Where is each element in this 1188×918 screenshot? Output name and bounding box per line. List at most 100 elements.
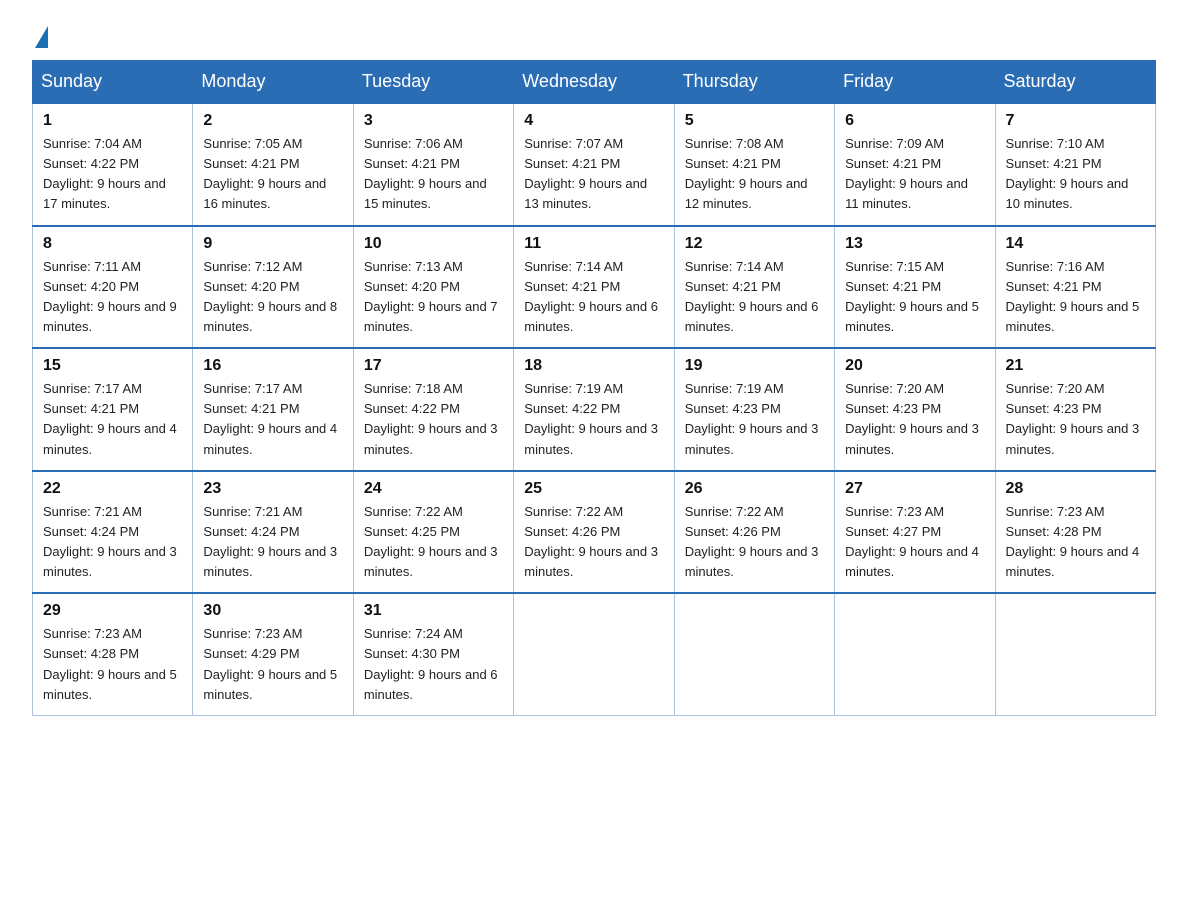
day-number: 4 — [524, 112, 663, 130]
calendar-day-18: 18 Sunrise: 7:19 AMSunset: 4:22 PMDayligh… — [514, 348, 674, 471]
day-number: 21 — [1006, 357, 1145, 375]
calendar-day-16: 16 Sunrise: 7:17 AMSunset: 4:21 PMDayligh… — [193, 348, 353, 471]
calendar-header-friday: Friday — [835, 61, 995, 104]
calendar-table: SundayMondayTuesdayWednesdayThursdayFrid… — [32, 60, 1156, 716]
day-info: Sunrise: 7:16 AMSunset: 4:21 PMDaylight:… — [1006, 257, 1145, 338]
day-info: Sunrise: 7:22 AMSunset: 4:25 PMDaylight:… — [364, 502, 503, 583]
day-number: 15 — [43, 357, 182, 375]
day-info: Sunrise: 7:13 AMSunset: 4:20 PMDaylight:… — [364, 257, 503, 338]
calendar-day-20: 20Sunrise: 7:20 AMSunset: 4:23 PMDayligh… — [835, 348, 995, 471]
calendar-day-31: 31 Sunrise: 7:24 AMSunset: 4:30 PMDayligh… — [353, 593, 513, 715]
day-number: 29 — [43, 602, 182, 620]
week-row-1: 1Sunrise: 7:04 AMSunset: 4:22 PMDaylight… — [33, 103, 1156, 226]
day-info: Sunrise: 7:06 AMSunset: 4:21 PMDaylight:… — [364, 134, 503, 215]
week-row-5: 29Sunrise: 7:23 AMSunset: 4:28 PMDayligh… — [33, 593, 1156, 715]
empty-cell — [835, 593, 995, 715]
day-number: 3 — [364, 112, 503, 130]
empty-cell — [995, 593, 1155, 715]
calendar-day-4: 4 Sunrise: 7:07 AMSunset: 4:21 PMDaylight… — [514, 103, 674, 226]
day-number: 10 — [364, 235, 503, 253]
day-number: 14 — [1006, 235, 1145, 253]
logo-line1 — [32, 24, 48, 46]
calendar-day-23: 23Sunrise: 7:21 AMSunset: 4:24 PMDayligh… — [193, 471, 353, 594]
calendar-header-wednesday: Wednesday — [514, 61, 674, 104]
calendar-day-3: 3 Sunrise: 7:06 AMSunset: 4:21 PMDaylight… — [353, 103, 513, 226]
day-number: 31 — [364, 602, 503, 620]
day-number: 13 — [845, 235, 984, 253]
day-info: Sunrise: 7:21 AMSunset: 4:24 PMDaylight:… — [43, 502, 182, 583]
day-info: Sunrise: 7:19 AMSunset: 4:23 PMDaylight:… — [685, 379, 824, 460]
day-info: Sunrise: 7:14 AMSunset: 4:21 PMDaylight:… — [685, 257, 824, 338]
day-info: Sunrise: 7:09 AMSunset: 4:21 PMDaylight:… — [845, 134, 984, 215]
day-number: 8 — [43, 235, 182, 253]
calendar-day-9: 9 Sunrise: 7:12 AMSunset: 4:20 PMDaylight… — [193, 226, 353, 349]
calendar-day-25: 25 Sunrise: 7:22 AMSunset: 4:26 PMDayligh… — [514, 471, 674, 594]
calendar-day-30: 30 Sunrise: 7:23 AMSunset: 4:29 PMDayligh… — [193, 593, 353, 715]
day-info: Sunrise: 7:23 AMSunset: 4:29 PMDaylight:… — [203, 624, 342, 705]
calendar-header-tuesday: Tuesday — [353, 61, 513, 104]
day-number: 1 — [43, 112, 182, 130]
calendar-header-saturday: Saturday — [995, 61, 1155, 104]
day-number: 17 — [364, 357, 503, 375]
day-number: 25 — [524, 480, 663, 498]
day-number: 20 — [845, 357, 984, 375]
day-number: 26 — [685, 480, 824, 498]
calendar-day-22: 22 Sunrise: 7:21 AMSunset: 4:24 PMDayligh… — [33, 471, 193, 594]
week-row-2: 8 Sunrise: 7:11 AMSunset: 4:20 PMDaylight… — [33, 226, 1156, 349]
calendar-day-15: 15 Sunrise: 7:17 AMSunset: 4:21 PMDayligh… — [33, 348, 193, 471]
day-info: Sunrise: 7:11 AMSunset: 4:20 PMDaylight:… — [43, 257, 182, 338]
day-info: Sunrise: 7:15 AMSunset: 4:21 PMDaylight:… — [845, 257, 984, 338]
day-info: Sunrise: 7:12 AMSunset: 4:20 PMDaylight:… — [203, 257, 342, 338]
calendar-day-12: 12Sunrise: 7:14 AMSunset: 4:21 PMDayligh… — [674, 226, 834, 349]
day-number: 16 — [203, 357, 342, 375]
day-number: 19 — [685, 357, 824, 375]
calendar-day-28: 28Sunrise: 7:23 AMSunset: 4:28 PMDayligh… — [995, 471, 1155, 594]
calendar-day-1: 1Sunrise: 7:04 AMSunset: 4:22 PMDaylight… — [33, 103, 193, 226]
day-number: 27 — [845, 480, 984, 498]
day-number: 22 — [43, 480, 182, 498]
day-info: Sunrise: 7:17 AMSunset: 4:21 PMDaylight:… — [43, 379, 182, 460]
day-number: 2 — [203, 112, 342, 130]
day-number: 28 — [1006, 480, 1145, 498]
day-info: Sunrise: 7:19 AMSunset: 4:22 PMDaylight:… — [524, 379, 663, 460]
empty-cell — [514, 593, 674, 715]
day-info: Sunrise: 7:10 AMSunset: 4:21 PMDaylight:… — [1006, 134, 1145, 215]
day-number: 9 — [203, 235, 342, 253]
day-number: 30 — [203, 602, 342, 620]
week-row-3: 15 Sunrise: 7:17 AMSunset: 4:21 PMDayligh… — [33, 348, 1156, 471]
calendar-header-thursday: Thursday — [674, 61, 834, 104]
day-number: 18 — [524, 357, 663, 375]
calendar-day-21: 21 Sunrise: 7:20 AMSunset: 4:23 PMDayligh… — [995, 348, 1155, 471]
day-info: Sunrise: 7:24 AMSunset: 4:30 PMDaylight:… — [364, 624, 503, 705]
day-info: Sunrise: 7:20 AMSunset: 4:23 PMDaylight:… — [1006, 379, 1145, 460]
empty-cell — [674, 593, 834, 715]
calendar-day-13: 13 Sunrise: 7:15 AMSunset: 4:21 PMDayligh… — [835, 226, 995, 349]
day-info: Sunrise: 7:07 AMSunset: 4:21 PMDaylight:… — [524, 134, 663, 215]
day-info: Sunrise: 7:05 AMSunset: 4:21 PMDaylight:… — [203, 134, 342, 215]
day-number: 7 — [1006, 112, 1145, 130]
calendar-day-7: 7 Sunrise: 7:10 AMSunset: 4:21 PMDaylight… — [995, 103, 1155, 226]
day-info: Sunrise: 7:22 AMSunset: 4:26 PMDaylight:… — [524, 502, 663, 583]
calendar-day-2: 2 Sunrise: 7:05 AMSunset: 4:21 PMDaylight… — [193, 103, 353, 226]
calendar-day-26: 26 Sunrise: 7:22 AMSunset: 4:26 PMDayligh… — [674, 471, 834, 594]
day-info: Sunrise: 7:17 AMSunset: 4:21 PMDaylight:… — [203, 379, 342, 460]
day-number: 5 — [685, 112, 824, 130]
calendar-day-11: 11 Sunrise: 7:14 AMSunset: 4:21 PMDayligh… — [514, 226, 674, 349]
day-info: Sunrise: 7:14 AMSunset: 4:21 PMDaylight:… — [524, 257, 663, 338]
day-info: Sunrise: 7:23 AMSunset: 4:27 PMDaylight:… — [845, 502, 984, 583]
day-number: 23 — [203, 480, 342, 498]
logo — [32, 24, 48, 42]
calendar-day-10: 10 Sunrise: 7:13 AMSunset: 4:20 PMDayligh… — [353, 226, 513, 349]
calendar-day-5: 5 Sunrise: 7:08 AMSunset: 4:21 PMDaylight… — [674, 103, 834, 226]
calendar-header-monday: Monday — [193, 61, 353, 104]
calendar-day-29: 29Sunrise: 7:23 AMSunset: 4:28 PMDayligh… — [33, 593, 193, 715]
calendar-day-8: 8 Sunrise: 7:11 AMSunset: 4:20 PMDaylight… — [33, 226, 193, 349]
day-number: 11 — [524, 235, 663, 253]
calendar-header-row: SundayMondayTuesdayWednesdayThursdayFrid… — [33, 61, 1156, 104]
calendar-header-sunday: Sunday — [33, 61, 193, 104]
calendar-day-6: 6Sunrise: 7:09 AMSunset: 4:21 PMDaylight… — [835, 103, 995, 226]
logo-triangle-icon — [35, 26, 48, 48]
day-number: 24 — [364, 480, 503, 498]
day-info: Sunrise: 7:22 AMSunset: 4:26 PMDaylight:… — [685, 502, 824, 583]
day-info: Sunrise: 7:08 AMSunset: 4:21 PMDaylight:… — [685, 134, 824, 215]
